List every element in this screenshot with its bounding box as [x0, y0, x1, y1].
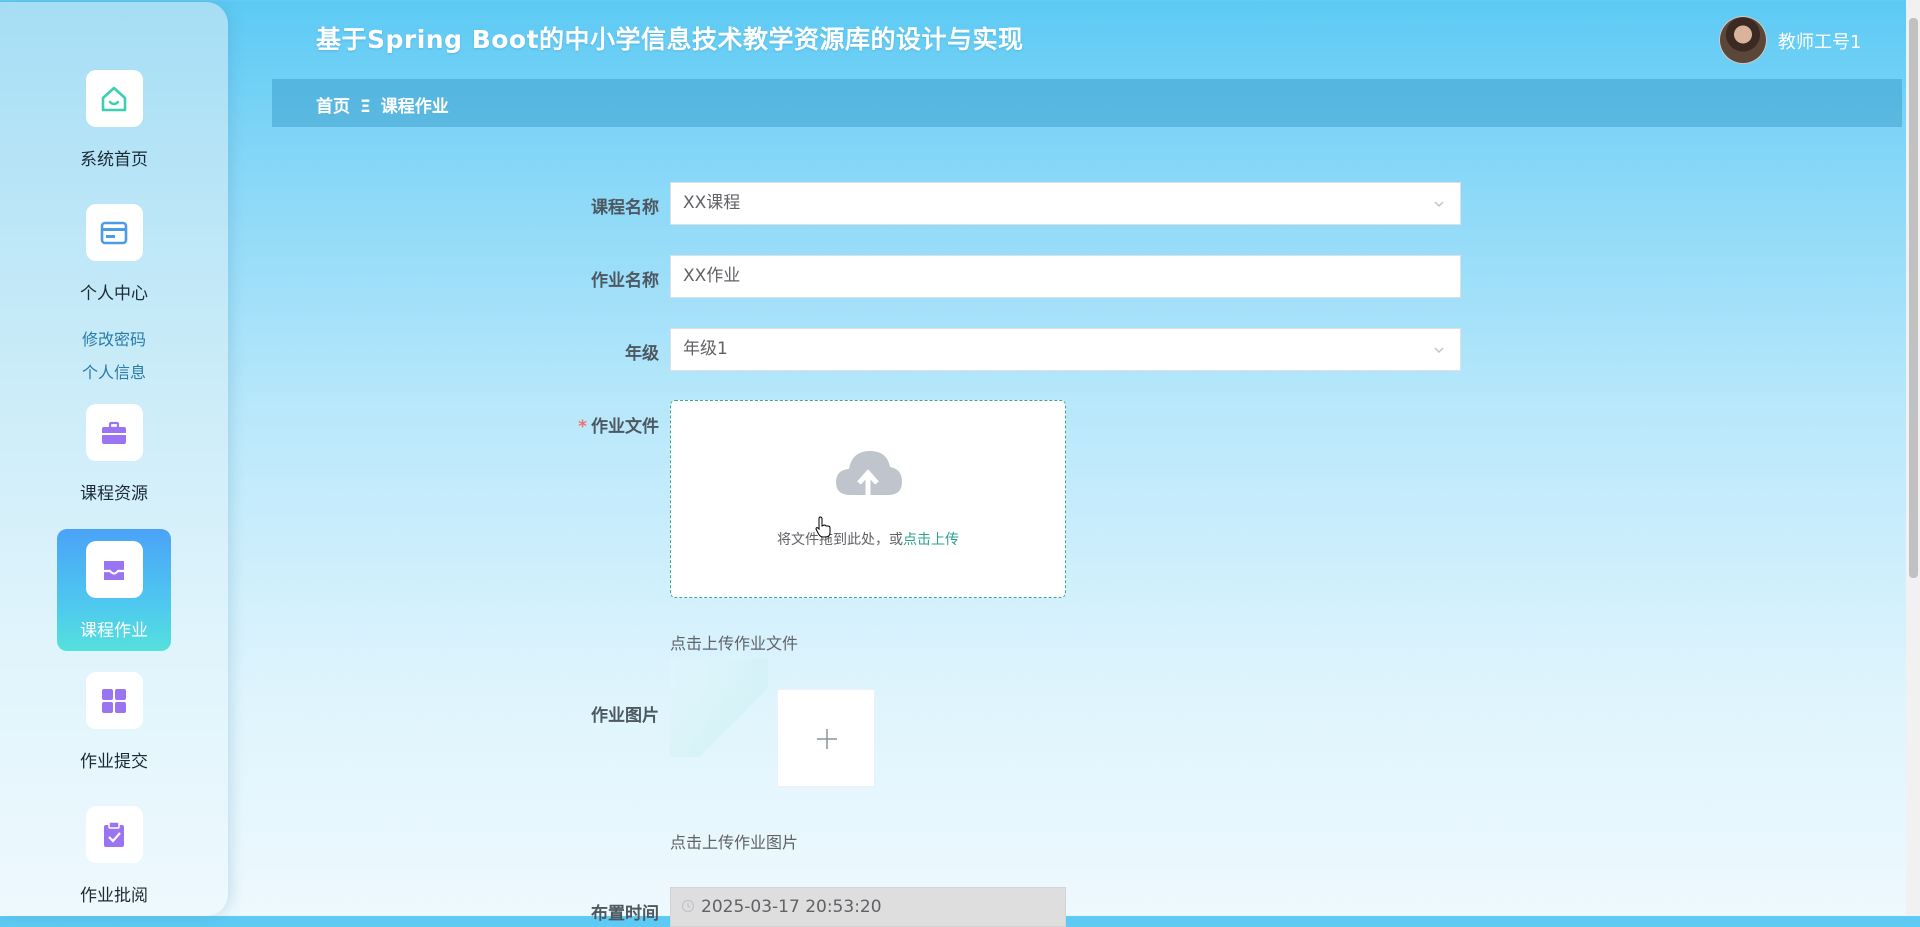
- homework-file-label-text: 作业文件: [591, 417, 659, 437]
- hand-cursor-icon: [815, 516, 831, 538]
- app-title: 基于Spring Boot的中小学信息技术教学资源库的设计与实现: [316, 25, 1024, 54]
- file-upload-dropzone[interactable]: 将文件拖到此处，或点击上传: [670, 400, 1066, 598]
- course-name-select[interactable]: XX课程: [670, 182, 1461, 225]
- homework-image-label: 作业图片: [591, 706, 659, 726]
- assign-time-field: 2025-03-17 20:53:20: [670, 887, 1066, 927]
- clock-icon: [681, 899, 695, 913]
- inbox-icon: [104, 560, 124, 580]
- breadcrumb-bar: 首页 Ξ 课程作业: [272, 79, 1902, 127]
- upload-instruction: 将文件拖到此处，或点击上传: [671, 529, 1065, 549]
- breadcrumb: 首页 Ξ 课程作业: [316, 92, 449, 117]
- grade-value: 年级1: [683, 339, 728, 359]
- breadcrumb-current: 课程作业: [380, 97, 449, 117]
- course-name-label: 课程名称: [591, 198, 659, 218]
- inbox-icon-box: [85, 541, 143, 598]
- briefcase-icon: [102, 421, 126, 444]
- chevron-down-icon: [1434, 201, 1444, 208]
- grade-label: 年级: [625, 344, 659, 364]
- grade-select[interactable]: 年级1: [670, 328, 1461, 371]
- upload-click-link[interactable]: 点击上传: [903, 532, 959, 548]
- clipboard-check-icon: [104, 820, 124, 847]
- sidebar-item-label: 系统首页: [80, 150, 148, 170]
- scrollbar-thumb[interactable]: [1909, 18, 1918, 578]
- sidebar-item-home[interactable]: 系统首页: [57, 58, 171, 170]
- grid-icon: [102, 688, 126, 713]
- course-name-value: XX课程: [683, 193, 741, 213]
- chevron-down-icon: [1434, 347, 1444, 354]
- sidebar-item-label: 课程资源: [80, 484, 148, 504]
- sidebar-item-homework-submission[interactable]: 作业提交: [57, 660, 171, 772]
- sidebar-item-course-homework[interactable]: 课程作业: [57, 529, 171, 651]
- card-icon: [100, 221, 128, 244]
- sidebar-item-label: 个人中心: [80, 284, 148, 304]
- breadcrumb-home[interactable]: 首页: [316, 97, 350, 117]
- homework-name-value: XX作业: [683, 266, 741, 286]
- sidebar: 系统首页 个人中心 修改密码 个人信息 课程资源 课程作业 作业提交 作业批阅: [0, 2, 228, 916]
- card-icon-box: [85, 204, 143, 261]
- sidebar-item-course-resources[interactable]: 课程资源: [57, 392, 171, 504]
- upload-drop-text: 将文件拖到此处，或: [777, 532, 903, 548]
- scrollbar-track[interactable]: [1906, 0, 1920, 916]
- required-asterisk: *: [578, 417, 587, 437]
- avatar[interactable]: [1719, 16, 1767, 64]
- sidebar-item-label: 作业批阅: [80, 886, 148, 906]
- image-upload-button[interactable]: [777, 689, 875, 787]
- home-icon-box: [85, 70, 143, 127]
- clipboard-check-icon-box: [85, 806, 143, 863]
- cloud-upload-icon: [836, 451, 902, 497]
- plus-icon: [817, 729, 837, 749]
- username[interactable]: 教师工号1: [1778, 28, 1861, 54]
- sidebar-sublink-change-password[interactable]: 修改密码: [57, 326, 171, 350]
- sidebar-item-profile[interactable]: 个人中心: [57, 192, 171, 304]
- sidebar-sublink-personal-info[interactable]: 个人信息: [57, 359, 171, 383]
- breadcrumb-separator: Ξ: [360, 97, 371, 117]
- sidebar-item-label: 作业提交: [80, 752, 148, 772]
- assign-time-value: 2025-03-17 20:53:20: [701, 897, 882, 917]
- assign-time-label: 布置时间: [591, 904, 659, 924]
- briefcase-icon-box: [85, 404, 143, 461]
- image-preview-thumbnail: [670, 659, 768, 757]
- top-header: 基于Spring Boot的中小学信息技术教学资源库的设计与实现 教师工号1: [228, 0, 1920, 78]
- grid-icon-box: [85, 672, 143, 729]
- homework-file-label: * 作业文件: [499, 412, 659, 437]
- sidebar-item-homework-review[interactable]: 作业批阅: [57, 794, 171, 906]
- image-upload-tip: 点击上传作业图片: [670, 833, 799, 852]
- homework-name-label: 作业名称: [591, 271, 659, 291]
- sidebar-item-label: 课程作业: [80, 621, 148, 641]
- file-upload-tip: 点击上传作业文件: [670, 634, 799, 653]
- homework-name-input[interactable]: XX作业: [670, 255, 1461, 298]
- home-icon: [101, 86, 127, 111]
